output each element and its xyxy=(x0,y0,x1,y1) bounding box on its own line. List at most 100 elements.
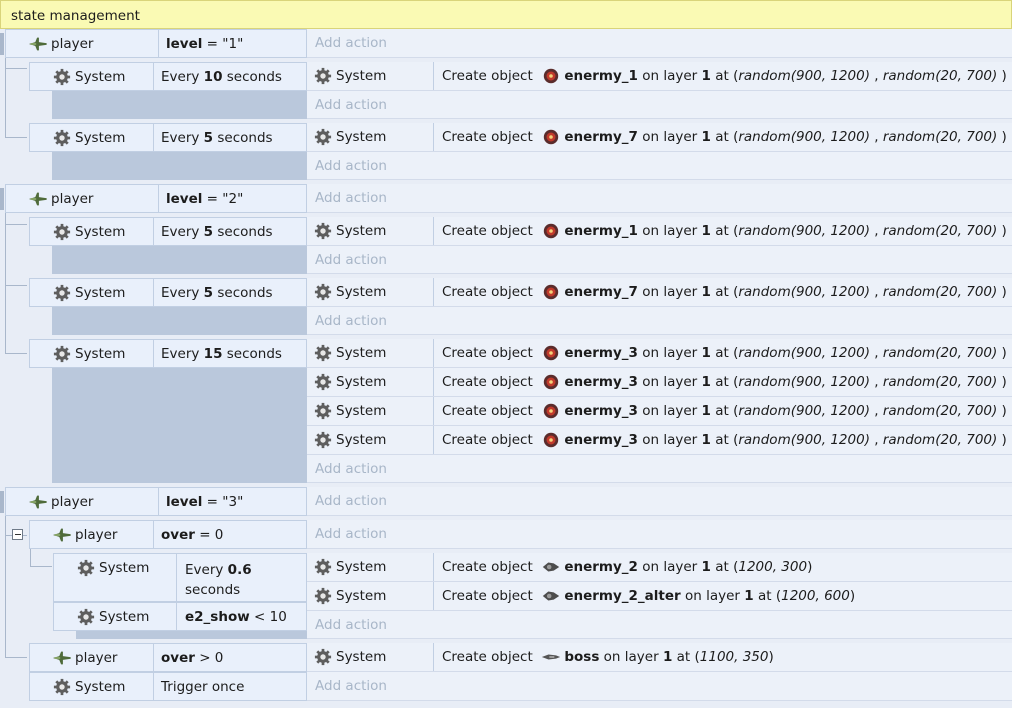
tree-line xyxy=(30,546,52,567)
add-action-link[interactable]: Add action xyxy=(307,246,1012,274)
add-action-link[interactable]: Add action xyxy=(307,307,1012,335)
tree-line xyxy=(5,68,27,69)
action-object: System xyxy=(336,223,387,239)
layer-number: 1 xyxy=(744,588,754,604)
add-action-link[interactable]: Add action xyxy=(307,152,1012,180)
action-row[interactable]: System Create object enermy_7 on layer 1… xyxy=(307,123,1012,152)
action-row[interactable]: System Create object enermy_3 on layer 1… xyxy=(307,426,1012,455)
coordinate: 1200, 600 xyxy=(781,588,850,604)
action-row[interactable]: System Create object enermy_1 on layer 1… xyxy=(307,62,1012,91)
object-name: player xyxy=(75,526,118,543)
action-row[interactable]: System Create object enermy_1 on layer 1… xyxy=(307,217,1012,246)
operator: = xyxy=(199,526,211,543)
action-row[interactable]: System Create object boss on layer 1 at … xyxy=(307,643,1012,672)
y-expression: random(20, 700) xyxy=(882,129,998,145)
event-condition-row[interactable]: System Trigger once xyxy=(29,672,307,701)
value: 0.6 xyxy=(227,562,252,578)
plane-icon xyxy=(52,526,72,544)
add-action-link[interactable]: Add action xyxy=(307,611,1012,639)
on-layer-label: on layer xyxy=(642,374,698,390)
event-condition-row[interactable]: System e2_show < 10 xyxy=(53,602,307,631)
event-condition-row[interactable]: System Every 5 seconds xyxy=(29,217,307,246)
value: 5 xyxy=(203,223,214,240)
event-condition-row[interactable]: player over = 0 xyxy=(29,520,307,549)
enemy-name: enermy_3 xyxy=(564,345,638,361)
event-condition-row[interactable]: player level = "3" xyxy=(5,487,307,516)
action-object: System xyxy=(336,649,387,665)
event-condition-row[interactable]: player level = "1" xyxy=(5,29,307,58)
action-object: System xyxy=(336,345,387,361)
at-label: at xyxy=(676,649,691,665)
cell-divider xyxy=(433,217,434,245)
event-condition-row[interactable]: player over > 0 xyxy=(29,643,307,672)
condition-object: System xyxy=(52,673,125,700)
condition-text: Every 0.6 seconds xyxy=(185,560,252,600)
on-layer-label: on layer xyxy=(685,588,740,604)
cell-divider xyxy=(433,553,434,581)
action-name: Create object xyxy=(442,649,533,665)
x-expression: random(900, 1200) xyxy=(738,374,870,390)
enemy-sprite-icon xyxy=(541,344,561,362)
add-action-link[interactable]: Add action xyxy=(307,91,1012,119)
operator: = xyxy=(206,190,218,207)
event-condition-row[interactable]: player level = "2" xyxy=(5,184,307,213)
action-name: Create object xyxy=(442,403,533,419)
add-action-link[interactable]: Add action xyxy=(307,184,1012,213)
value: 5 xyxy=(203,129,214,146)
action-row[interactable]: System Create object enermy_3 on layer 1… xyxy=(307,368,1012,397)
plane-icon xyxy=(28,493,48,511)
at-label: at xyxy=(715,129,729,145)
every-label: Every xyxy=(161,345,200,362)
event-condition-row[interactable]: System Every 5 seconds xyxy=(29,278,307,307)
y-expression: random(20, 700) xyxy=(882,284,998,300)
event-margin xyxy=(0,188,4,210)
action-row[interactable]: System Create object enermy_2 on layer 1… xyxy=(307,553,1012,582)
action-object: System xyxy=(336,129,387,145)
condition-text: Every 10 seconds xyxy=(161,63,282,90)
event-condition-row[interactable]: System Every 5 seconds xyxy=(29,123,307,152)
condition-text: Every 5 seconds xyxy=(161,218,273,245)
layer-number: 1 xyxy=(701,374,711,390)
value: 0 xyxy=(214,649,224,666)
enemy-name: enermy_1 xyxy=(564,68,638,84)
object-name: System xyxy=(75,68,126,85)
add-action-link[interactable]: Add action xyxy=(307,487,1012,516)
value: 10 xyxy=(269,608,287,625)
gear-icon xyxy=(313,648,333,666)
action-row[interactable]: System Create object enermy_2_alter on l… xyxy=(307,582,1012,611)
cell-divider xyxy=(176,554,177,601)
y-expression: random(20, 700) xyxy=(882,345,998,361)
action-row[interactable]: System Create object enermy_3 on layer 1… xyxy=(307,339,1012,368)
condition-object: System xyxy=(52,218,125,245)
gear-icon xyxy=(52,678,72,696)
object-name: player xyxy=(51,35,94,52)
condition-text: Every 5 seconds xyxy=(161,124,273,151)
value: "1" xyxy=(222,35,244,52)
gear-icon xyxy=(313,373,333,391)
group-title: state management xyxy=(11,8,140,24)
collapse-toggle-icon[interactable] xyxy=(12,529,23,540)
condition-empty-area xyxy=(52,91,307,119)
at-label: at xyxy=(715,223,729,239)
event-condition-row[interactable]: System Every 15 seconds xyxy=(29,339,307,368)
variable-name: e2_show xyxy=(185,608,250,625)
every-label: Every xyxy=(185,562,224,578)
add-action-link[interactable]: Add action xyxy=(307,29,1012,58)
group-header[interactable]: state management xyxy=(0,0,1012,29)
on-layer-label: on layer xyxy=(603,649,659,665)
gear-icon xyxy=(313,431,333,449)
object-name: System xyxy=(99,560,150,576)
add-action-link[interactable]: Add action xyxy=(307,672,1012,701)
action-row[interactable]: System Create object enermy_3 on layer 1… xyxy=(307,397,1012,426)
event-condition-row[interactable]: System Every 10 seconds xyxy=(29,62,307,91)
condition-text: Every 15 seconds xyxy=(161,340,282,367)
gear-icon xyxy=(52,68,72,86)
layer-number: 1 xyxy=(701,129,711,145)
add-action-link[interactable]: Add action xyxy=(307,455,1012,483)
action-row[interactable]: System Create object enermy_7 on layer 1… xyxy=(307,278,1012,307)
event-condition-row[interactable]: System Every 0.6 seconds xyxy=(53,553,307,602)
at-label: at xyxy=(715,374,729,390)
add-action-link[interactable]: Add action xyxy=(307,520,1012,549)
operator: = xyxy=(206,35,218,52)
action-name: Create object xyxy=(442,129,533,145)
